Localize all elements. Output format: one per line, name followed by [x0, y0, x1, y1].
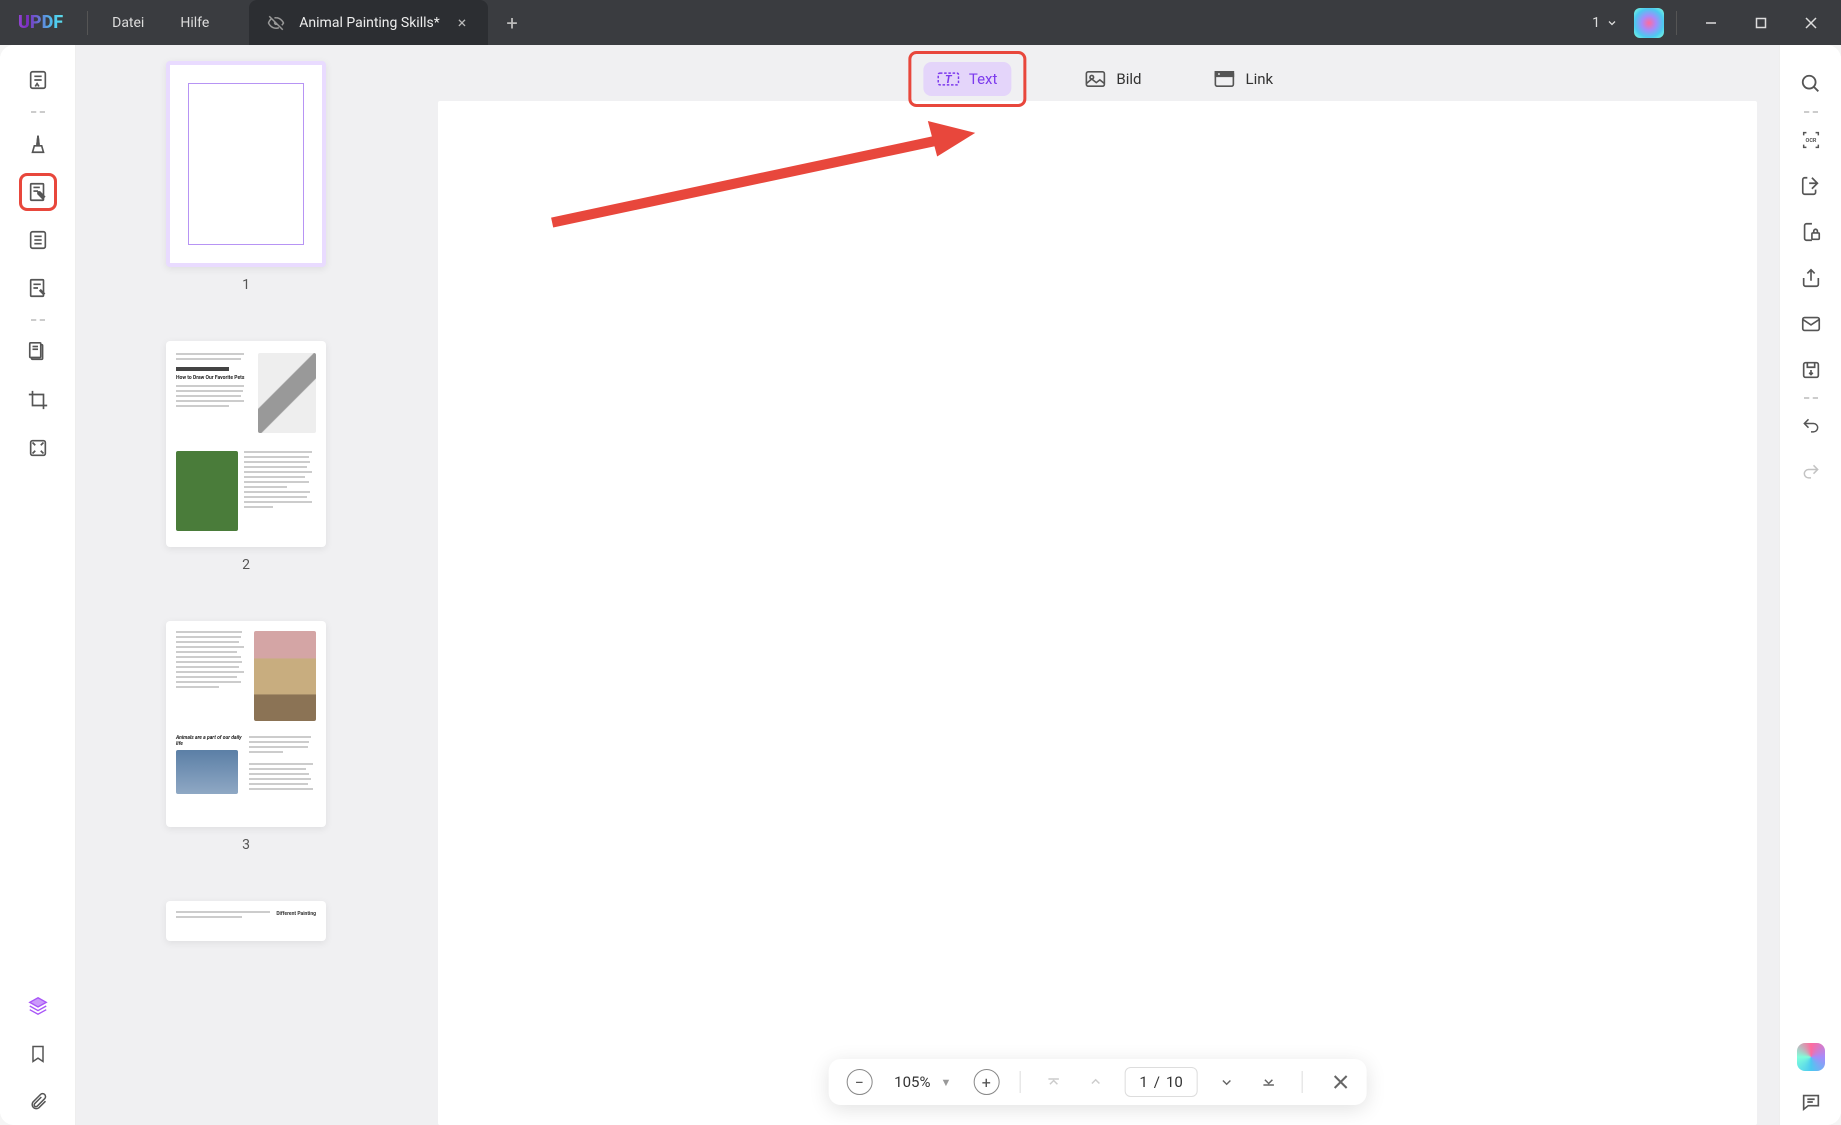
workspace: 1 How to Draw Our Favorite Pets: [0, 45, 1841, 1125]
thumb-image: [176, 750, 238, 794]
new-tab-button[interactable]: +: [506, 11, 517, 35]
page-indicator[interactable]: 1 / 10: [1124, 1067, 1198, 1097]
svg-text:OCR: OCR: [1805, 138, 1816, 144]
titlebar: UPDF Datei Hilfe Animal Painting Skills*…: [0, 0, 1841, 45]
chevron-down-icon: [1606, 17, 1618, 29]
left-tool-rail: [0, 45, 76, 1125]
separator: [1804, 111, 1818, 113]
separator: [1302, 1071, 1303, 1093]
page-canvas[interactable]: [438, 101, 1757, 1125]
user-avatar[interactable]: [1634, 8, 1664, 38]
page-number: 3: [242, 837, 250, 853]
image-icon: [1084, 70, 1106, 88]
organize-pages-tool[interactable]: [19, 221, 57, 259]
share-button[interactable]: [1794, 261, 1828, 295]
close-window-button[interactable]: [1789, 8, 1833, 38]
comment-tool[interactable]: [19, 125, 57, 163]
ocr-button[interactable]: OCR: [1794, 123, 1828, 157]
page-thumbnail-2[interactable]: How to Draw Our Favorite Pets: [166, 341, 326, 547]
thumb-image: [176, 451, 238, 531]
save-button[interactable]: [1794, 353, 1828, 387]
prev-page-button[interactable]: [1082, 1069, 1108, 1095]
page-number: 2: [242, 557, 250, 573]
zoom-toolbar: − 105% ▼ + 1 / 10: [828, 1059, 1367, 1105]
attachment-tool[interactable]: [19, 1083, 57, 1121]
thumb-heading: [176, 367, 229, 371]
zoom-in-button[interactable]: +: [973, 1069, 999, 1095]
last-page-button[interactable]: [1256, 1069, 1282, 1095]
current-page: 1: [1139, 1073, 1147, 1091]
redact-tool[interactable]: [19, 333, 57, 371]
crop-tool[interactable]: [19, 381, 57, 419]
chat-button[interactable]: [1794, 1085, 1828, 1119]
divider: [87, 11, 88, 35]
add-link-label: Link: [1246, 70, 1274, 88]
zoom-value-dropdown[interactable]: 105% ▼: [888, 1073, 957, 1091]
tab-title: Animal Painting Skills*: [299, 15, 439, 31]
add-text-label: Text: [969, 70, 998, 88]
text-icon: T: [937, 70, 959, 88]
layers-tool[interactable]: [19, 987, 57, 1025]
ai-assistant-button[interactable]: [1797, 1043, 1825, 1071]
add-text-button[interactable]: T Text: [923, 62, 1012, 96]
menu-help[interactable]: Hilfe: [162, 15, 227, 31]
thumbnail-panel: 1 How to Draw Our Favorite Pets: [76, 45, 416, 1125]
add-image-button[interactable]: Bild: [1070, 62, 1155, 96]
thumb-image: [254, 631, 316, 721]
edit-toolbar: T Text Bild Link: [908, 51, 1287, 107]
add-image-label: Bild: [1116, 70, 1141, 88]
minimize-button[interactable]: [1689, 8, 1733, 38]
titlebar-right: 1: [1592, 8, 1841, 38]
eye-off-icon: [267, 14, 285, 32]
app-logo[interactable]: UPDF: [0, 12, 81, 33]
window-count[interactable]: 1: [1592, 15, 1618, 31]
compress-tool[interactable]: [19, 429, 57, 467]
page-separator: /: [1154, 1073, 1160, 1091]
reader-tool[interactable]: [19, 61, 57, 99]
thumbnail-item[interactable]: 1: [166, 61, 326, 293]
zoom-out-button[interactable]: −: [846, 1069, 872, 1095]
protect-button[interactable]: [1794, 215, 1828, 249]
window-count-value: 1: [1592, 15, 1600, 31]
thumbnail-item[interactable]: How to Draw Our Favorite Pets: [166, 341, 326, 573]
fill-sign-tool[interactable]: [19, 269, 57, 307]
thumbnail-item[interactable]: Different Painting: [166, 901, 326, 941]
main-document-area: T Text Bild Link: [416, 45, 1779, 1125]
caret-down-icon: ▼: [940, 1076, 951, 1089]
search-button[interactable]: [1794, 67, 1828, 101]
thumbnail-item[interactable]: Animals are a part of our daily life 3: [166, 621, 326, 853]
highlight-annotation: T Text: [908, 51, 1027, 107]
redo-button[interactable]: [1794, 455, 1828, 489]
first-page-button[interactable]: [1040, 1069, 1066, 1095]
separator: [31, 319, 45, 321]
bookmark-tool[interactable]: [19, 1035, 57, 1073]
thumb-image: [258, 353, 316, 433]
page-number: 1: [242, 277, 250, 293]
email-button[interactable]: [1794, 307, 1828, 341]
menu-file[interactable]: Datei: [94, 15, 162, 31]
close-zoom-bar-button[interactable]: [1323, 1074, 1349, 1090]
separator: [1804, 397, 1818, 399]
add-link-button[interactable]: Link: [1200, 62, 1288, 96]
page-thumbnail-1[interactable]: [166, 61, 326, 267]
convert-button[interactable]: [1794, 169, 1828, 203]
next-page-button[interactable]: [1214, 1069, 1240, 1095]
total-pages: 10: [1166, 1073, 1183, 1091]
page-thumbnail-3[interactable]: Animals are a part of our daily life: [166, 621, 326, 827]
thumb-heading-text: Animals are a part of our daily life: [176, 736, 243, 747]
thumb-heading-text: How to Draw Our Favorite Pets: [176, 376, 252, 382]
undo-button[interactable]: [1794, 409, 1828, 443]
page-thumbnail-4[interactable]: Different Painting: [166, 901, 326, 941]
right-tool-rail: OCR: [1779, 45, 1841, 1125]
zoom-value: 105%: [894, 1073, 930, 1091]
maximize-button[interactable]: [1739, 8, 1783, 38]
edit-pdf-tool[interactable]: [19, 173, 57, 211]
link-icon: [1214, 70, 1236, 88]
divider: [1676, 11, 1677, 35]
document-tab[interactable]: Animal Painting Skills* ×: [249, 0, 488, 45]
separator: [31, 111, 45, 113]
separator: [1019, 1071, 1020, 1093]
tab-close-button[interactable]: ×: [454, 13, 471, 32]
